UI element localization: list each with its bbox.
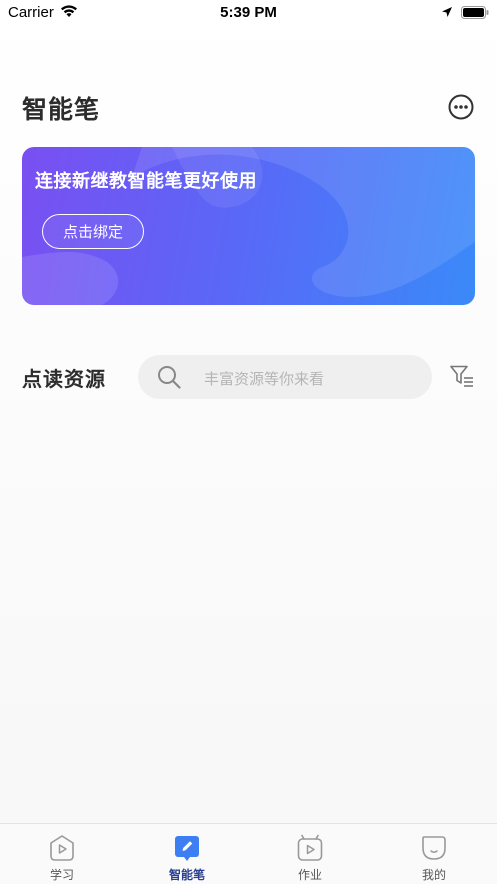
status-bar: Carrier 5:39 PM	[0, 0, 497, 26]
profile-icon	[422, 836, 446, 860]
tab-label: 智能笔	[168, 868, 205, 882]
homework-icon	[297, 834, 323, 861]
tab-homework[interactable]: 作业	[270, 832, 350, 884]
search-icon	[158, 366, 181, 389]
tab-label: 我的	[421, 868, 446, 882]
location-arrow-icon	[442, 7, 452, 17]
pen-icon	[175, 836, 199, 861]
study-icon	[50, 835, 74, 861]
resources-title: 点读资源	[22, 369, 106, 391]
tab-study[interactable]: 学习	[22, 832, 102, 884]
tab-smart-pen[interactable]: 智能笔	[147, 832, 227, 884]
page-title: 智能笔	[22, 96, 101, 124]
clock-time: 5:39 PM	[220, 4, 277, 21]
filter-icon[interactable]	[450, 365, 474, 387]
battery-icon	[461, 6, 489, 19]
banner-title: 连接新继教智能笔更好使用	[35, 171, 257, 191]
search-placeholder: 丰富资源等你来看	[204, 371, 325, 388]
tab-profile[interactable]: 我的	[394, 832, 474, 884]
tab-label: 作业	[297, 868, 322, 882]
tab-bar: 学习 智能笔 作业 我的	[0, 823, 497, 884]
search-input[interactable]: 丰富资源等你来看	[138, 355, 432, 399]
tab-label: 学习	[49, 868, 74, 882]
bind-button[interactable]: 点击绑定	[42, 214, 144, 249]
more-options-icon[interactable]	[448, 94, 474, 120]
bind-pen-banner[interactable]: 连接新继教智能笔更好使用 点击绑定	[22, 147, 475, 305]
